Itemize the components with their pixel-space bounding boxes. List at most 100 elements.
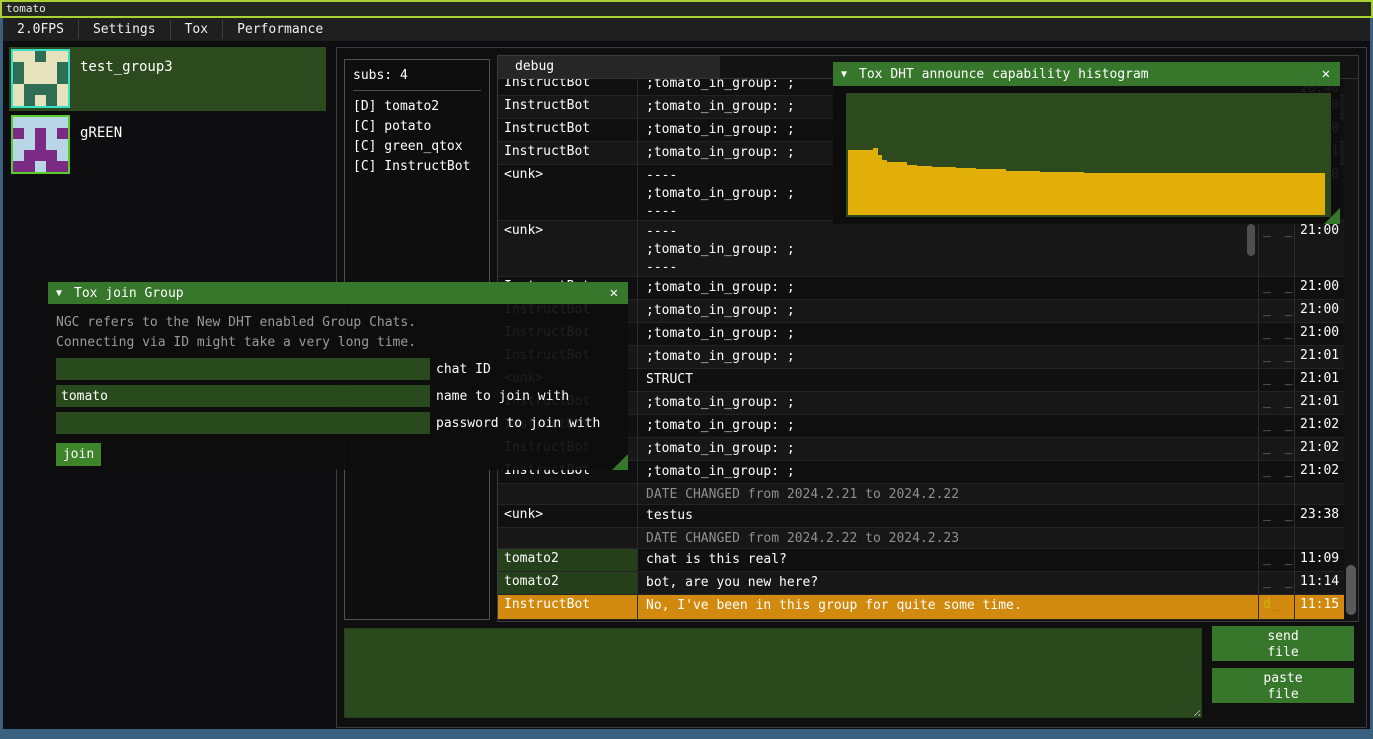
subs-member[interactable]: [C] InstructBot	[353, 157, 481, 177]
message-status	[1259, 484, 1295, 504]
join-name-label: name to join with	[436, 389, 569, 404]
message-status: _ _	[1259, 549, 1295, 571]
message-status: _ _	[1259, 323, 1295, 345]
message-time: 23:38	[1295, 505, 1344, 527]
close-icon[interactable]: ✕	[1320, 66, 1332, 82]
message-status: _ _	[1259, 438, 1295, 460]
chat-id-label: chat ID	[436, 362, 491, 377]
message-status: d_	[1259, 595, 1295, 619]
message-status	[1259, 528, 1295, 548]
message-author: tomato2	[498, 549, 638, 571]
join-button[interactable]: join	[56, 443, 101, 466]
window-border-left	[0, 18, 3, 739]
message-time: 11:14	[1295, 572, 1344, 594]
histogram-window: ▼ Tox DHT announce capability histogram …	[833, 62, 1340, 224]
join-group-title: Tox join Group	[74, 286, 608, 301]
menu-item-performance[interactable]: Performance	[223, 18, 337, 41]
histogram-plot	[846, 93, 1331, 217]
message-time: 21:02	[1295, 438, 1344, 460]
chat-id-input[interactable]	[56, 358, 430, 380]
message-time: 21:00	[1295, 221, 1344, 276]
resize-grip-icon[interactable]	[1324, 208, 1340, 224]
collapse-arrow-icon[interactable]: ▼	[56, 288, 62, 299]
subs-member[interactable]: [C] potato	[353, 117, 481, 137]
message-text: ;tomato_in_group: ;	[638, 438, 1259, 460]
message-input[interactable]	[344, 628, 1202, 718]
message-cell-scrollbar[interactable]	[1247, 224, 1255, 256]
app-window: tomato 2.0FPSSettingsToxPerformance test…	[0, 0, 1373, 739]
join-group-titlebar[interactable]: ▼ Tox join Group ✕	[48, 282, 628, 304]
histogram-title: Tox DHT announce capability histogram	[859, 67, 1320, 82]
message-author: <unk>	[498, 505, 638, 527]
subs-member[interactable]: [D] tomato2	[353, 97, 481, 117]
join-name-input[interactable]	[56, 385, 430, 407]
message-status: _ _	[1259, 346, 1295, 368]
join-password-input[interactable]	[56, 412, 430, 434]
join-info-line1: NGC refers to the New DHT enabled Group …	[56, 313, 620, 333]
message-row[interactable]: InstructBotNo, I've been in this group f…	[498, 595, 1344, 620]
close-icon[interactable]: ✕	[608, 285, 620, 301]
join-group-body: NGC refers to the New DHT enabled Group …	[48, 304, 628, 470]
message-text: DATE CHANGED from 2024.2.22 to 2024.2.23	[638, 528, 1259, 548]
message-author	[498, 484, 638, 504]
message-time: 21:00	[1295, 300, 1344, 322]
message-author: InstructBot	[498, 119, 638, 141]
system-message-row[interactable]: DATE CHANGED from 2024.2.21 to 2024.2.22	[498, 484, 1344, 505]
message-time: 11:15	[1295, 595, 1344, 619]
subs-title: subs: 4	[353, 68, 481, 83]
menu-item-settings[interactable]: Settings	[79, 18, 170, 41]
message-text: ;tomato_in_group: ;	[638, 300, 1259, 322]
message-status: _ _	[1259, 505, 1295, 527]
message-time	[1295, 484, 1344, 504]
menu-bar: 2.0FPSSettingsToxPerformance	[3, 18, 1370, 41]
message-row[interactable]: <unk>---- ;tomato_in_group: ; ----_ _21:…	[498, 221, 1344, 277]
message-time: 21:01	[1295, 369, 1344, 391]
message-row[interactable]: <unk>testus_ _23:38	[498, 505, 1344, 528]
message-time: 21:02	[1295, 461, 1344, 483]
subs-member[interactable]: [C] green_qtox	[353, 137, 481, 157]
message-text: ;tomato_in_group: ;	[638, 461, 1259, 483]
group-item-test_group3[interactable]: test_group3	[9, 47, 326, 111]
send-file-button[interactable]: send file	[1212, 626, 1354, 661]
window-titlebar[interactable]: tomato	[0, 0, 1373, 18]
message-text: STRUCT	[638, 369, 1259, 391]
message-status: _ _	[1259, 369, 1295, 391]
message-status: _ _	[1259, 392, 1295, 414]
menu-item-2-0fps[interactable]: 2.0FPS	[3, 18, 78, 41]
message-author: InstructBot	[498, 96, 638, 118]
message-status: _ _	[1259, 221, 1295, 276]
resize-grip-icon[interactable]	[612, 454, 628, 470]
menu-item-tox[interactable]: Tox	[171, 18, 222, 41]
group-avatar	[11, 49, 70, 108]
message-row[interactable]: tomato2chat is this real?_ _11:09	[498, 549, 1344, 572]
histogram-body	[833, 86, 1340, 224]
message-status: _ _	[1259, 572, 1295, 594]
message-time: 21:01	[1295, 346, 1344, 368]
message-time: 11:09	[1295, 549, 1344, 571]
histogram-titlebar[interactable]: ▼ Tox DHT announce capability histogram …	[833, 62, 1340, 86]
group-item-green[interactable]: gREEN	[9, 113, 326, 177]
message-status: _ _	[1259, 300, 1295, 322]
message-text: testus	[638, 505, 1259, 527]
message-text: DATE CHANGED from 2024.2.21 to 2024.2.22	[638, 484, 1259, 504]
group-name: test_group3	[80, 59, 173, 111]
message-text: ;tomato_in_group: ;	[638, 346, 1259, 368]
message-row[interactable]: tomato2bot, are you new here?_ _11:14	[498, 572, 1344, 595]
window-border-bottom	[0, 729, 1373, 739]
message-time: 21:01	[1295, 392, 1344, 414]
message-text: chat is this real?	[638, 549, 1259, 571]
message-text: bot, are you new here?	[638, 572, 1259, 594]
join-info-line2: Connecting via ID might take a very long…	[56, 333, 620, 353]
message-text: ;tomato_in_group: ;	[638, 277, 1259, 299]
message-text: ;tomato_in_group: ;	[638, 323, 1259, 345]
message-text: ;tomato_in_group: ;	[638, 392, 1259, 414]
system-message-row[interactable]: DATE CHANGED from 2024.2.22 to 2024.2.23	[498, 528, 1344, 549]
message-author: <unk>	[498, 165, 638, 220]
tab-debug[interactable]: debug	[498, 56, 720, 78]
message-text: No, I've been in this group for quite so…	[638, 595, 1259, 619]
join-password-label: password to join with	[436, 416, 600, 431]
chat-scrollbar-thumb[interactable]	[1346, 565, 1356, 615]
paste-file-button[interactable]: paste file	[1212, 668, 1354, 703]
collapse-arrow-icon[interactable]: ▼	[841, 69, 847, 80]
chat-scrollbar[interactable]	[1344, 79, 1358, 621]
